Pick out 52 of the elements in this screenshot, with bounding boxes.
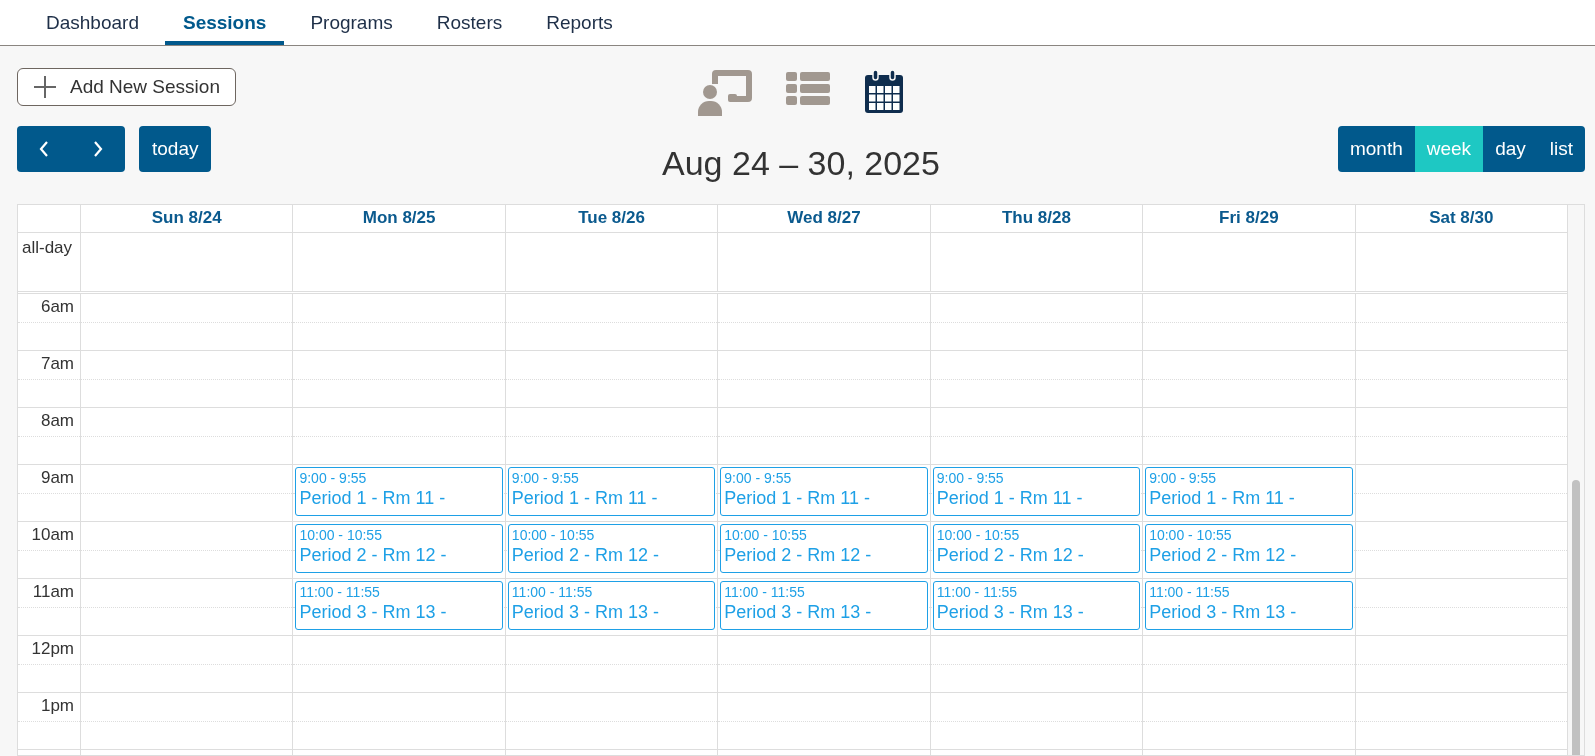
today-button[interactable]: today [139,126,212,172]
view-button[interactable]: day [1483,126,1538,172]
day-header: Sat 8/30 [1428,207,1495,228]
add-session-button[interactable]: Add New Session [17,68,236,106]
session-event[interactable]: 9:00 - 9:55 Period 1 - Rm 11 - [720,467,928,516]
time-label: 11am [31,581,75,602]
time-label: 6am [39,296,75,317]
time-label: 8am [39,410,75,431]
day-header: Fri 8/29 [1218,207,1280,228]
time-label: 10am [30,524,75,545]
day-header: Tue 8/26 [577,207,646,228]
session-event[interactable]: 9:00 - 9:55 Period 1 - Rm 11 - [507,467,716,516]
session-event[interactable]: 11:00 - 11:55 Period 3 - Rm 13 - [295,581,503,630]
date-range-title: Aug 24 – 30, 2025 [662,144,940,183]
day-header: Wed 8/27 [786,207,862,228]
view-button[interactable]: week [1414,126,1484,172]
session-event[interactable]: 9:00 - 9:55 Period 1 - Rm 11 - [1145,467,1353,516]
time-label: 1pm [39,695,75,716]
session-event[interactable]: 10:00 - 10:55 Period 2 - Rm 12 - [720,524,928,573]
plus-icon [34,76,56,98]
scrollbar-thumb[interactable] [1572,480,1580,755]
session-event[interactable]: 9:00 - 9:55 Period 1 - Rm 11 - [932,467,1141,516]
day-header: Thu 8/28 [1000,207,1072,228]
calendar-icon [864,70,904,114]
session-event[interactable]: 10:00 - 10:55 Period 2 - Rm 12 - [1145,524,1353,573]
day-header: Sun 8/24 [150,207,223,228]
view-toggle[interactable] [698,70,752,116]
nav-tab[interactable]: Dashboard [28,0,157,45]
nav-tab[interactable]: Sessions [164,0,285,45]
session-event[interactable]: 10:00 - 10:55 Period 2 - Rm 12 - [507,524,716,573]
day-header: Mon 8/25 [361,207,437,228]
view-toggle[interactable] [864,70,904,116]
presenter-icon [698,70,752,116]
view-button[interactable]: month [1337,126,1415,172]
session-event[interactable]: 10:00 - 10:55 Period 2 - Rm 12 - [932,524,1141,573]
time-label: 9am [39,467,75,488]
previous-button[interactable] [17,126,71,172]
session-event[interactable]: 9:00 - 9:55 Period 1 - Rm 11 - [295,467,503,516]
list-icon [786,70,830,108]
session-event[interactable]: 11:00 - 11:55 Period 3 - Rm 13 - [507,581,716,630]
time-label: 12pm [30,638,75,659]
nav-tab[interactable]: Programs [292,0,411,45]
nav-tab[interactable]: Reports [528,0,631,45]
session-event[interactable]: 10:00 - 10:55 Period 2 - Rm 12 - [295,524,503,573]
nav-tab[interactable]: Rosters [418,0,521,45]
time-label: 7am [39,353,75,374]
session-event[interactable]: 11:00 - 11:55 Period 3 - Rm 13 - [932,581,1141,630]
all-day-label: all-day [21,237,74,259]
session-event[interactable]: 11:00 - 11:55 Period 3 - Rm 13 - [720,581,928,630]
next-button[interactable] [71,126,125,172]
session-event[interactable]: 11:00 - 11:55 Period 3 - Rm 13 - [1145,581,1353,630]
view-button[interactable]: list [1537,126,1585,172]
